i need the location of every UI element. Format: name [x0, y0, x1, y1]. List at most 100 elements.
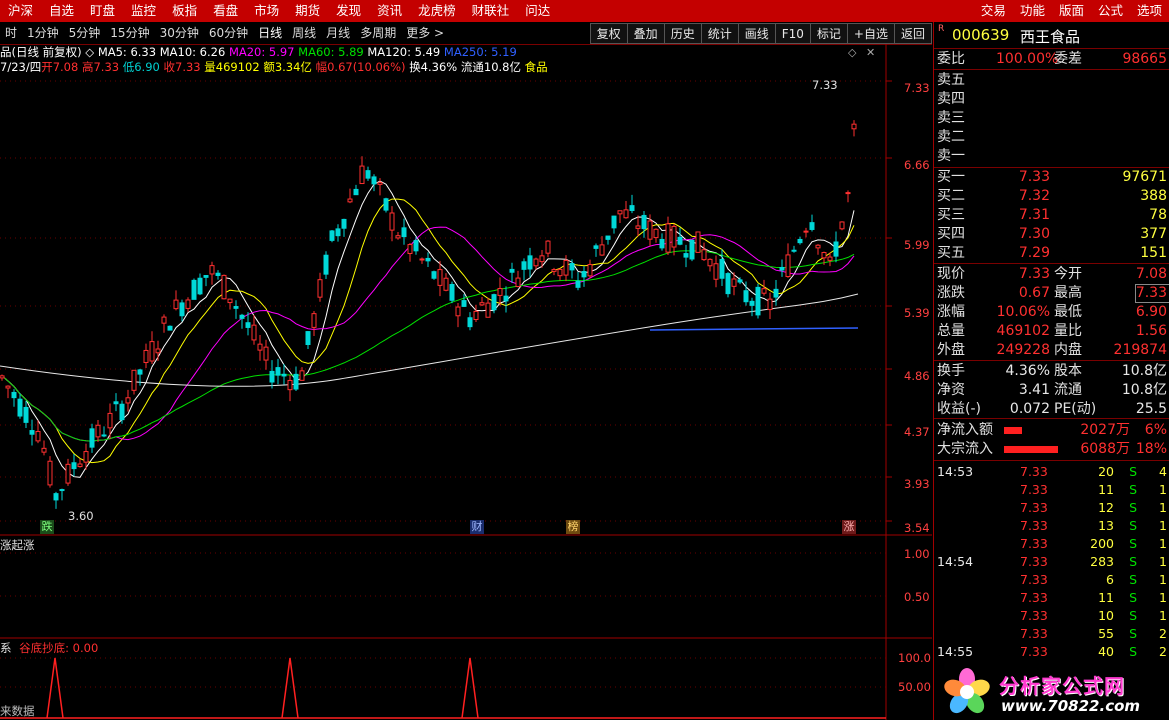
tick-volume: 55	[1098, 626, 1114, 641]
sell-row[interactable]: 卖五	[934, 71, 1169, 90]
menu-item-2[interactable]: 盯盘	[82, 0, 123, 22]
tool-button-5[interactable]: F10	[774, 23, 810, 44]
marker-zhang[interactable]: 涨	[842, 520, 856, 534]
spike-1	[46, 657, 64, 719]
buy-label: 买四	[937, 226, 965, 242]
tool-button-1[interactable]: 叠加	[626, 23, 664, 44]
stock-code: 000639	[952, 26, 1010, 44]
tool-button-7[interactable]: +自选	[846, 23, 894, 44]
tool-button-8[interactable]: 返回	[893, 23, 932, 44]
tool-button-3[interactable]: 统计	[700, 23, 738, 44]
menu-item-5[interactable]: 看盘	[205, 0, 246, 22]
flow-label: 大宗流入	[937, 441, 993, 457]
sell-row[interactable]: 卖一	[934, 147, 1169, 166]
menu-right-item-3[interactable]: 公式	[1091, 0, 1130, 22]
period-tab-4[interactable]: 30分钟	[155, 22, 204, 44]
tick-side: S	[1129, 536, 1137, 551]
tick-row[interactable]: 7.33 10 S 1	[934, 607, 1169, 625]
sell-row[interactable]: 卖三	[934, 109, 1169, 128]
menu-item-11[interactable]: 财联社	[464, 0, 518, 22]
marker-die[interactable]: 跌	[40, 520, 54, 534]
tool-button-2[interactable]: 历史	[663, 23, 701, 44]
candle-body	[65, 463, 71, 484]
candle-body	[191, 279, 197, 300]
menu-item-3[interactable]: 监控	[123, 0, 164, 22]
buy-row[interactable]: 买五 7.29 151	[934, 244, 1169, 263]
menu-item-0[interactable]: 沪深	[0, 0, 41, 22]
candle-body	[125, 397, 131, 404]
tool-button-4[interactable]: 画线	[737, 23, 775, 44]
menu-item-6[interactable]: 市场	[246, 0, 287, 22]
quote-label-1: 总量	[937, 323, 965, 339]
menu-item-12[interactable]: 问达	[517, 0, 558, 22]
flow-row: 大宗流入 6088万 18%	[934, 440, 1169, 459]
high-price-label: 7.33	[812, 78, 838, 92]
tick-row[interactable]: 7.33 11 S 1	[934, 589, 1169, 607]
kline-chart[interactable]	[0, 44, 932, 720]
tick-price: 7.33	[1020, 518, 1048, 533]
fund-value-2: 10.8亿	[1121, 363, 1167, 379]
menu-item-4[interactable]: 板指	[164, 0, 205, 22]
candle-body	[29, 430, 35, 435]
tick-row[interactable]: 7.33 6 S 1	[934, 571, 1169, 589]
tick-time: 14:54	[937, 554, 974, 569]
flower-logo-icon	[944, 668, 990, 714]
period-tab-10[interactable]: 更多 >	[401, 22, 449, 44]
marker-bang[interactable]: 榜	[566, 520, 580, 534]
period-tab-7[interactable]: 周线	[287, 22, 321, 44]
buy-row[interactable]: 买一 7.33 97671	[934, 168, 1169, 187]
tick-row[interactable]: 7.33 200 S 1	[934, 535, 1169, 553]
tool-button-6[interactable]: 标记	[809, 23, 847, 44]
candle-body	[773, 288, 779, 298]
tick-row[interactable]: 7.33 13 S 1	[934, 517, 1169, 535]
menu-right-item-0[interactable]: 交易	[974, 0, 1013, 22]
weibi-label: 委比	[937, 51, 965, 67]
candle-body	[635, 225, 641, 229]
candle-body	[749, 300, 755, 306]
chart-close-icon[interactable]: ✕	[866, 46, 875, 59]
tick-price: 7.33	[1020, 590, 1048, 605]
chart-settings-icon[interactable]: ◇	[848, 46, 856, 59]
period-tab-5[interactable]: 60分钟	[204, 22, 253, 44]
candle-body	[263, 346, 269, 361]
menu-item-7[interactable]: 期货	[287, 0, 328, 22]
tick-row[interactable]: 14:54 7.33 283 S 1	[934, 553, 1169, 571]
buy-row[interactable]: 买四 7.30 377	[934, 225, 1169, 244]
menu-item-8[interactable]: 发现	[328, 0, 369, 22]
menu-right-item-4[interactable]: 选项	[1130, 0, 1169, 22]
candle-body	[371, 176, 377, 185]
menu-right-item-1[interactable]: 功能	[1013, 0, 1052, 22]
spike-2	[281, 657, 299, 719]
candle-body	[47, 460, 53, 486]
menu-item-9[interactable]: 资讯	[369, 0, 410, 22]
menu-item-1[interactable]: 自选	[41, 0, 82, 22]
sell-row[interactable]: 卖二	[934, 128, 1169, 147]
tick-volume: 12	[1098, 500, 1114, 515]
tick-row[interactable]: 7.33 11 S 1	[934, 481, 1169, 499]
tick-row[interactable]: 7.33 12 S 1	[934, 499, 1169, 517]
period-tab-2[interactable]: 5分钟	[64, 22, 106, 44]
candle-body	[839, 221, 845, 230]
tick-row[interactable]: 7.33 55 S 2	[934, 625, 1169, 643]
candle-body	[821, 252, 827, 259]
tick-row[interactable]: 14:53 7.33 20 S 4	[934, 463, 1169, 481]
tick-row[interactable]: 14:55 7.33 40 S 2	[934, 643, 1169, 661]
menu-item-10[interactable]: 龙虎榜	[410, 0, 464, 22]
sell-row[interactable]: 卖四	[934, 90, 1169, 109]
period-tab-8[interactable]: 月线	[321, 22, 355, 44]
quote-value-1: 0.67	[1018, 285, 1050, 301]
period-tab-0[interactable]: 时	[0, 22, 22, 44]
period-tab-6[interactable]: 日线	[253, 22, 287, 44]
tool-button-0[interactable]: 复权	[589, 23, 627, 44]
marker-cai[interactable]: 财	[470, 520, 484, 534]
candle-body	[827, 256, 833, 261]
tick-side: S	[1129, 572, 1137, 587]
period-tab-1[interactable]: 1分钟	[22, 22, 64, 44]
period-tab-9[interactable]: 多周期	[355, 22, 401, 44]
buy-row[interactable]: 买二 7.32 388	[934, 187, 1169, 206]
sub1-axis-mid: 0.50	[904, 590, 930, 604]
buy-row[interactable]: 买三 7.31 78	[934, 206, 1169, 225]
menu-right-item-2[interactable]: 版面	[1052, 0, 1091, 22]
period-tab-3[interactable]: 15分钟	[105, 22, 154, 44]
candle-body	[419, 258, 425, 261]
